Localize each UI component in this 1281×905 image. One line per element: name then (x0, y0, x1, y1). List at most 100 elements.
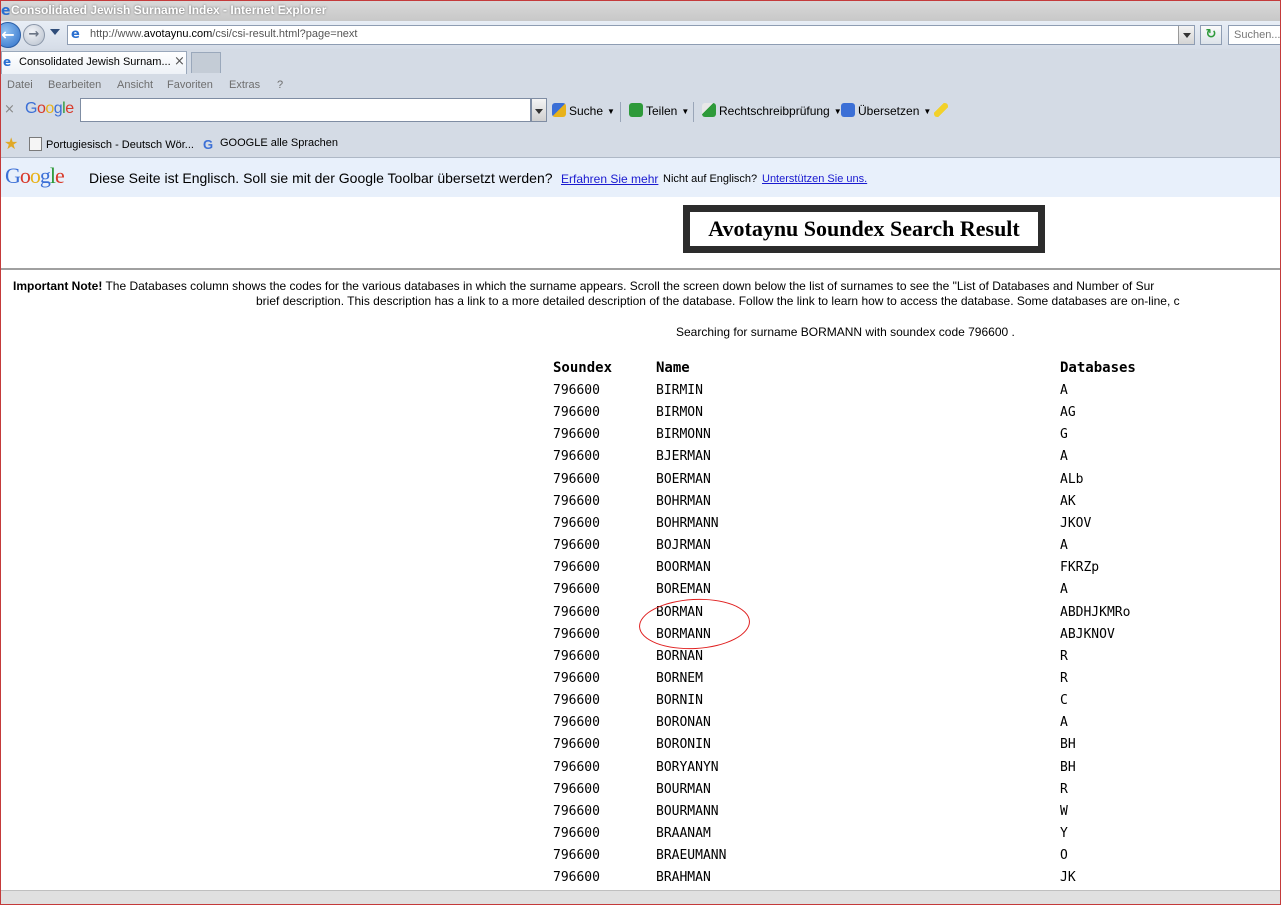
name-cell: BRAEUMANN (656, 848, 727, 864)
databases-cell: ABDHJKMRo (1060, 604, 1131, 620)
name-cell: BRAANAM (656, 826, 711, 841)
soundex-cell: 796600 (553, 405, 600, 421)
name-cell: BORYANYN (656, 759, 719, 775)
google-toolbar: × Google Suche ▼ Teilen ▼ Rechtschreibprüf… (1, 97, 1280, 127)
support-link[interactable]: Unterstützen Sie uns. (762, 173, 867, 185)
favorite-google-sprachen[interactable]: G GOOGLE alle Sprachen (203, 137, 338, 152)
menu-extras[interactable]: Extras (229, 79, 260, 91)
document-icon (29, 137, 42, 151)
google-toolbar-logo: Google (25, 100, 74, 117)
tab-bar: e Consolidated Jewish Surnam... × (1, 49, 1280, 75)
google-search-dropdown[interactable] (531, 98, 547, 122)
google-search-icon (552, 103, 566, 117)
databases-cell: Y (1060, 826, 1068, 841)
highlighter-button[interactable] (934, 103, 951, 118)
databases-cell: W (1060, 803, 1068, 819)
soundex-cell: 796600 (553, 471, 600, 487)
name-cell: BOHRMANN (656, 515, 719, 531)
spellcheck-icon (702, 103, 716, 117)
table-row: 796600 BOERMAN ALb (1, 471, 1280, 494)
soundex-cell: 796600 (553, 759, 600, 775)
table-row: 796600 BOREMAN A (1, 582, 1280, 604)
menu-bearbeiten[interactable]: Bearbeiten (48, 79, 101, 91)
important-note-continued: brief description. This description has … (256, 294, 1180, 308)
history-dropdown-icon[interactable] (50, 29, 60, 35)
soundex-cell: 796600 (553, 715, 600, 731)
menu-ansicht[interactable]: Ansicht (117, 79, 153, 91)
name-cell: BORNEM (656, 670, 703, 686)
favorite-portugiesisch[interactable]: Portugiesisch - Deutsch Wör... (29, 137, 194, 151)
name-cell: BIRMIN (656, 383, 703, 398)
toolbar-separator (693, 102, 694, 122)
databases-cell: ALb (1060, 471, 1084, 487)
name-cell: BOURMAN (656, 781, 711, 797)
google-search-input[interactable] (80, 98, 531, 122)
page-icon: e (71, 27, 80, 42)
table-row: 796600 BORONIN BH (1, 737, 1280, 759)
browser-window: e Consolidated Jewish Surname Index - In… (0, 0, 1281, 905)
table-row: 796600 BOJRMAN A (1, 538, 1280, 560)
databases-cell: AK (1060, 493, 1076, 509)
table-row: 796600 BRAHMAN JK (1, 870, 1280, 892)
new-tab-button[interactable] (191, 52, 221, 73)
window-title: Consolidated Jewish Surname Index - Inte… (11, 3, 327, 17)
forward-button[interactable]: → (23, 24, 45, 46)
databases-cell: BH (1060, 759, 1076, 775)
tab-active[interactable]: e Consolidated Jewish Surnam... × (1, 51, 187, 74)
name-cell: BOJRMAN (656, 538, 711, 554)
google-g-icon: G (203, 137, 214, 152)
table-row: 796600 BOHRMANN JKOV (1, 515, 1280, 538)
column-header-soundex: Soundex (553, 360, 613, 376)
address-dropdown-button[interactable] (1178, 26, 1194, 44)
column-header-name: Name (656, 360, 690, 376)
soundex-cell: 796600 (553, 582, 600, 598)
databases-cell: R (1060, 648, 1068, 664)
toolbar-close-icon[interactable]: × (4, 102, 15, 117)
databases-cell: R (1060, 670, 1068, 686)
search-input[interactable]: Suchen... (1228, 25, 1280, 45)
table-row: 796600 BOORMAN FKRZp (1, 560, 1280, 582)
soundex-cell: 796600 (553, 781, 600, 797)
databases-cell: A (1060, 383, 1068, 398)
databases-cell: BH (1060, 737, 1076, 753)
translate-button[interactable]: Übersetzen ▼ (841, 103, 931, 118)
name-cell: BORONIN (656, 737, 711, 753)
share-icon (629, 103, 643, 117)
address-bar[interactable]: e http://www.avotaynu.com/csi/csi-result… (67, 25, 1195, 45)
name-cell: BORNIN (656, 693, 703, 709)
name-cell: BOREMAN (656, 582, 711, 598)
favorites-star-icon[interactable]: ★ (4, 134, 18, 153)
table-row: 796600 BORNAN R (1, 648, 1280, 671)
databases-cell: A (1060, 538, 1068, 554)
databases-cell: C (1060, 693, 1068, 709)
soundex-cell: 796600 (553, 604, 600, 620)
databases-cell: O (1060, 848, 1068, 864)
share-button[interactable]: Teilen ▼ (629, 103, 689, 118)
menu-help[interactable]: ? (277, 79, 283, 91)
table-row: 796600 BORNEM R (1, 670, 1280, 693)
learn-more-link[interactable]: Erfahren Sie mehr (561, 172, 658, 186)
toolbar-separator (620, 102, 621, 122)
soundex-cell: 796600 (553, 803, 600, 819)
name-cell: BOORMAN (656, 560, 711, 576)
table-row: 796600 BORONAN A (1, 715, 1280, 737)
menu-favoriten[interactable]: Favoriten (167, 79, 213, 91)
spellcheck-button[interactable]: Rechtschreibprüfung ▼ (702, 103, 842, 118)
databases-cell: FKRZp (1060, 560, 1100, 576)
databases-cell: AG (1060, 405, 1076, 421)
soundex-cell: 796600 (553, 670, 600, 686)
back-button[interactable]: ← (1, 22, 21, 48)
google-search-button[interactable]: Suche ▼ (552, 103, 615, 118)
name-cell: BOERMAN (656, 471, 711, 487)
menu-datei[interactable]: Datei (7, 79, 33, 91)
name-cell: BJERMAN (656, 449, 711, 465)
translate-icon (841, 103, 855, 117)
status-bar (1, 890, 1280, 904)
refresh-button[interactable]: ↻ (1200, 25, 1222, 45)
tab-close-icon[interactable]: × (174, 54, 185, 69)
favorites-bar: ★ Portugiesisch - Deutsch Wör... G GOOGLE… (1, 127, 1280, 158)
address-url[interactable]: http://www.avotaynu.com/csi/csi-result.h… (90, 28, 357, 40)
table-row: 796600 BRAANAM Y (1, 826, 1280, 848)
search-summary: Searching for surname BORMANN with sound… (676, 325, 1015, 339)
soundex-cell: 796600 (553, 848, 600, 864)
